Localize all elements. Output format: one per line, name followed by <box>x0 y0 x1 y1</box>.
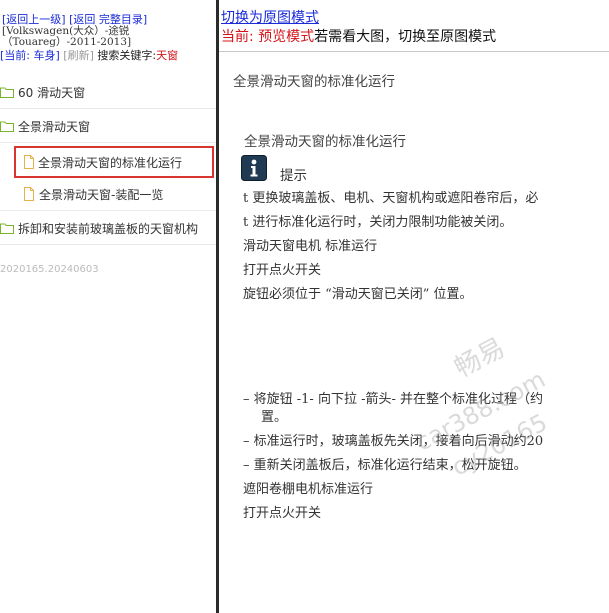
bullet-line: t 更换玻璃盖板、电机、天窗机构或遮阳卷帘后，必 <box>243 191 539 206</box>
document-icon <box>24 187 34 201</box>
tree-item-remove-install[interactable]: 拆卸和安装前玻璃盖板的天窗机构 <box>0 212 216 245</box>
search-keyword: 天窗 <box>156 49 179 62</box>
tree-item-label: 全景滑动天窗-装配一览 <box>39 188 164 202</box>
bullet-line: t 进行标准化运行时，关闭力限制功能被关闭。 <box>243 215 513 230</box>
navigation-pane: [返回上一级] [返回 完整目录] [Volkswagen(大众）-途锐（Tou… <box>0 0 216 613</box>
current-path-row: [当前: 车身] [刷新] 搜索关键字:天窗 <box>0 50 216 62</box>
mode-hint: 若需看大图，切换至原图模式 <box>314 29 497 45</box>
text-line: 打开点火开关 <box>243 263 322 278</box>
text-line: 滑动天窗电机 标准运行 <box>243 239 378 254</box>
tree-item-sliding-sunroof[interactable]: 60 滑动天窗 <box>0 76 216 109</box>
tree-item-label: 60 滑动天窗 <box>18 86 86 100</box>
tree-item-label: 全景滑动天窗 <box>18 120 91 134</box>
search-label: 搜索关键字: <box>97 49 157 62</box>
tree-item-standardized-run[interactable]: 全景滑动天窗的标准化运行 <box>14 146 214 178</box>
text-line: 遮阳卷棚电机标准运行 <box>243 482 374 497</box>
mode-prefix: 当前: 预览模式 <box>221 29 315 45</box>
folder-open-icon <box>0 121 14 132</box>
folder-icon <box>0 223 14 234</box>
refresh-link[interactable]: [刷新] <box>63 49 94 62</box>
tree-item-panoramic-sunroof[interactable]: 全景滑动天窗 <box>0 110 216 143</box>
text-line: 打开点火开关 <box>243 506 322 521</box>
current-section-label: [当前: 车身] <box>0 49 60 62</box>
step-line: 置。 <box>261 410 288 425</box>
tree-item-assembly-overview[interactable]: 全景滑动天窗-装配一览 <box>0 178 216 211</box>
text-line: 旋钮必须位于 “滑动天窗已关闭” 位置。 <box>243 287 473 302</box>
version-code: 2020165.20240603 <box>0 264 99 275</box>
document-preview: 全景滑动天窗的标准化运行 全景滑动天窗的标准化运行 提示 t 更换玻璃盖板、电机… <box>219 52 609 613</box>
document-header: 全景滑动天窗的标准化运行 <box>233 74 395 90</box>
document-title: 全景滑动天窗的标准化运行 <box>244 134 406 150</box>
info-icon <box>241 155 267 181</box>
document-icon <box>24 155 34 169</box>
watermark-logo: 畅易 <box>449 332 510 384</box>
tree-item-label: 拆卸和安装前玻璃盖板的天窗机构 <box>18 222 199 236</box>
mode-status: 当前: 预览模式若需看大图，切换至原图模式 <box>221 26 496 46</box>
tree-item-label: 全景滑动天窗的标准化运行 <box>38 156 183 170</box>
switch-to-original-link[interactable]: 切换为原图模式 <box>221 7 319 27</box>
folder-icon <box>0 87 14 98</box>
content-pane: 切换为原图模式 当前: 预览模式若需看大图，切换至原图模式 全景滑动天窗的标准化… <box>219 0 609 613</box>
tip-label: 提示 <box>280 168 307 184</box>
vehicle-label: [Volkswagen(大众）-途锐（Touareg）-2011-2013] <box>2 25 132 48</box>
